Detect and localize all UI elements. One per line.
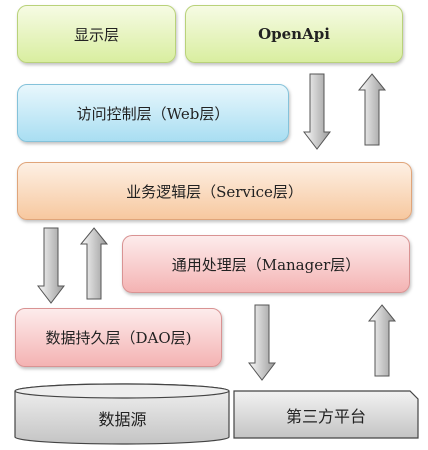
openapi-layer: OpenApi	[185, 5, 403, 63]
arrow-down-icon	[302, 73, 332, 150]
dao-layer-label: 数据持久层（DAO层)	[45, 329, 192, 347]
arrow-down-icon	[247, 304, 277, 381]
arrow-down-icon	[36, 227, 66, 304]
display-layer-label: 显示层	[73, 25, 119, 44]
manager-layer-label: 通用处理层（Manager层）	[171, 255, 361, 274]
datasource-label: 数据源	[98, 410, 147, 429]
service-layer: 业务逻辑层（Service层）	[17, 162, 412, 220]
arrow-up-icon	[357, 73, 387, 146]
web-layer: 访问控制层（Web层）	[17, 84, 289, 142]
web-layer-label: 访问控制层（Web层）	[76, 104, 230, 123]
openapi-layer-label: OpenApi	[258, 25, 330, 43]
arrow-up-icon	[79, 227, 109, 300]
manager-layer: 通用处理层（Manager层）	[122, 235, 410, 293]
arrow-up-icon	[367, 304, 397, 377]
third-party-label: 第三方平台	[285, 406, 366, 426]
service-layer-label: 业务逻辑层（Service层）	[126, 182, 303, 201]
display-layer: 显示层	[17, 5, 176, 63]
dao-layer: 数据持久层（DAO层)	[15, 308, 222, 367]
